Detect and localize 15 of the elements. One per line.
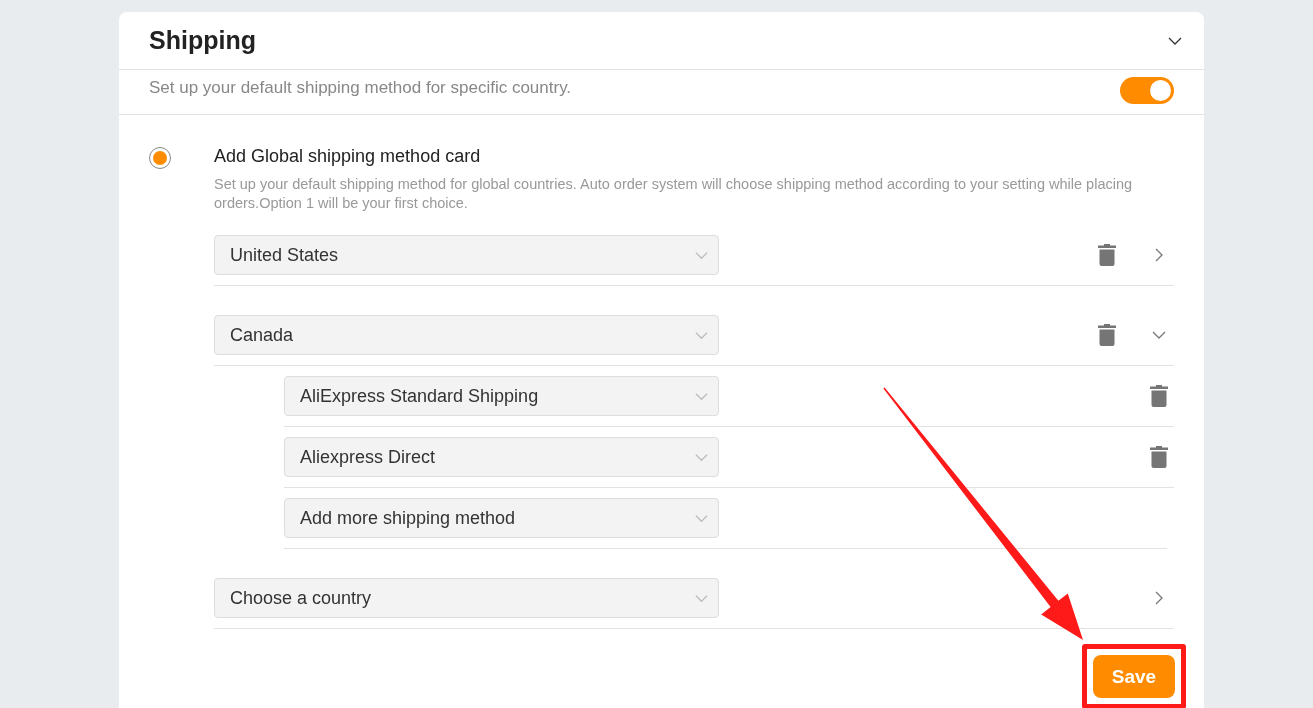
country-picker[interactable]: Choose a country bbox=[214, 578, 719, 618]
trash-icon[interactable] bbox=[1150, 446, 1168, 468]
trash-icon[interactable] bbox=[1098, 244, 1116, 266]
card-description: Set up your default shipping method for global countries. Auto order system will choose shipping method according to your setting while placing orders.Option 1 will be your first choice. bbox=[214, 175, 1134, 213]
shipping-method-select[interactable]: AliExpress Standard Shipping bbox=[284, 376, 719, 416]
trash-icon[interactable] bbox=[1098, 324, 1116, 346]
shipping-method-select[interactable]: Aliexpress Direct bbox=[284, 437, 719, 477]
toggle-switch[interactable] bbox=[1120, 76, 1174, 104]
country-select[interactable]: Canada bbox=[214, 315, 719, 355]
country-select[interactable]: United States bbox=[214, 235, 719, 275]
trash-icon[interactable] bbox=[1150, 385, 1168, 407]
card-title: Add Global shipping method card bbox=[214, 146, 482, 167]
section-title: Shipping bbox=[149, 26, 256, 55]
add-method-select[interactable]: Add more shipping method bbox=[284, 498, 719, 538]
section-description: Set up your default shipping method for specific country. bbox=[149, 78, 572, 98]
